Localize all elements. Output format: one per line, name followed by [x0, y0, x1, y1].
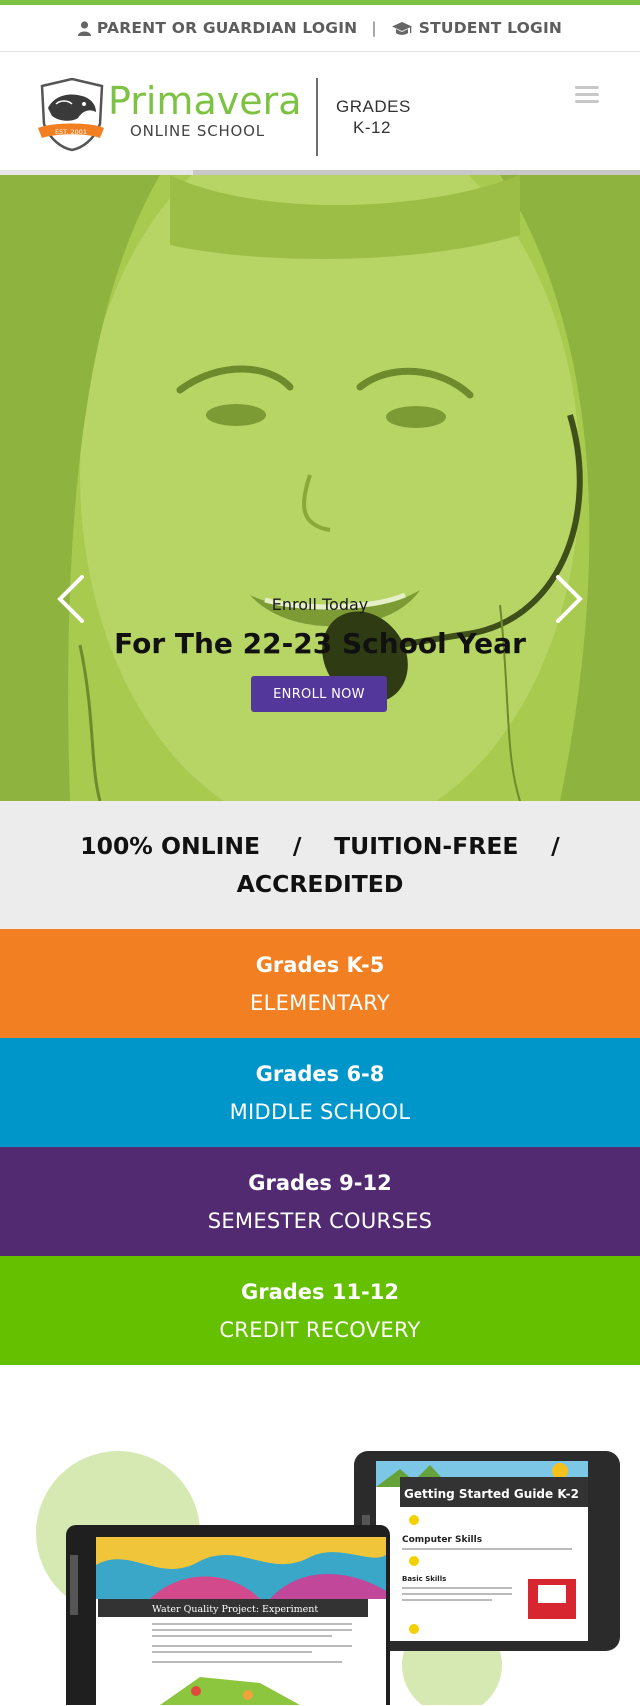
grade-band-elementary[interactable]: Grades K-5 ELEMENTARY	[0, 929, 640, 1038]
device-promo-section: Getting Started Guide K-2 Computer Skill…	[0, 1365, 640, 1705]
logo-divider	[316, 78, 318, 156]
grade-band-title: Grades 11-12	[240, 1279, 399, 1304]
hero-slider: Enroll Today For The 22-23 School Year E…	[0, 175, 640, 801]
tablet-device: Getting Started Guide K-2 Computer Skill…	[354, 1451, 620, 1651]
tagline-text: 100% ONLINE / TUITION-FREE / ACCREDITED	[80, 832, 593, 898]
graduation-cap-icon	[391, 21, 412, 35]
grade-band-middle-school[interactable]: Grades 6-8 MIDDLE SCHOOL	[0, 1038, 640, 1147]
grade-band-subtitle: CREDIT RECOVERY	[219, 1317, 421, 1342]
logo-subtitle: ONLINE SCHOOL	[130, 122, 265, 140]
hero-title: For The 22-23 School Year	[114, 627, 526, 660]
user-icon	[77, 20, 91, 36]
tablet-section-basic-skills: Basic Skills	[402, 1575, 446, 1583]
grades-label-line1: GRADES	[336, 97, 411, 116]
logo-badge-text: EST. 2001	[55, 128, 87, 136]
enroll-now-button[interactable]: ENROLL NOW	[251, 676, 387, 712]
grades-label: GRADES K-12	[336, 96, 411, 138]
laptop-device: Water Quality Project: Experiment	[66, 1525, 390, 1705]
site-header: EST. 2001 Primavera ONLINE SCHOOL GRADES…	[0, 52, 640, 175]
student-login-link[interactable]: STUDENT LOGIN	[391, 19, 562, 37]
laptop-heading: Water Quality Project: Experiment	[152, 1604, 318, 1615]
grade-band-subtitle: SEMESTER COURSES	[207, 1208, 433, 1233]
hamburger-menu-icon[interactable]	[575, 86, 599, 104]
grade-band-title: Grades 6-8	[255, 1061, 385, 1086]
hero-eyebrow: Enroll Today	[271, 595, 369, 614]
panther-badge-icon	[38, 78, 104, 152]
grade-band-title: Grades 9-12	[248, 1170, 392, 1195]
device-illustration: Getting Started Guide K-2 Computer Skill…	[36, 1451, 620, 1705]
tablet-section-computer-skills: Computer Skills	[402, 1535, 482, 1545]
grade-band-title: Grades K-5	[255, 952, 385, 977]
logo-name: Primavera	[108, 79, 300, 123]
utility-nav: PARENT OR GUARDIAN LOGIN | STUDENT LOGIN	[0, 5, 640, 52]
student-login-label: STUDENT LOGIN	[418, 19, 563, 37]
parent-login-label: PARENT OR GUARDIAN LOGIN	[96, 19, 358, 37]
utility-separator: |	[371, 19, 377, 37]
parent-login-link[interactable]: PARENT OR GUARDIAN LOGIN	[77, 19, 358, 37]
tablet-heading: Getting Started Guide K-2	[404, 1487, 579, 1501]
tagline-banner: 100% ONLINE / TUITION-FREE / ACCREDITED	[0, 801, 640, 929]
grades-label-line2: K-12	[353, 118, 391, 137]
grade-band-subtitle: MIDDLE SCHOOL	[229, 1099, 411, 1124]
grade-band-credit-recovery[interactable]: Grades 11-12 CREDIT RECOVERY	[0, 1256, 640, 1365]
primavera-logo[interactable]: EST. 2001 Primavera ONLINE SCHOOL	[38, 78, 300, 154]
grade-band-subtitle: ELEMENTARY	[250, 990, 390, 1015]
grade-band-semester-courses[interactable]: Grades 9-12 SEMESTER COURSES	[0, 1147, 640, 1256]
